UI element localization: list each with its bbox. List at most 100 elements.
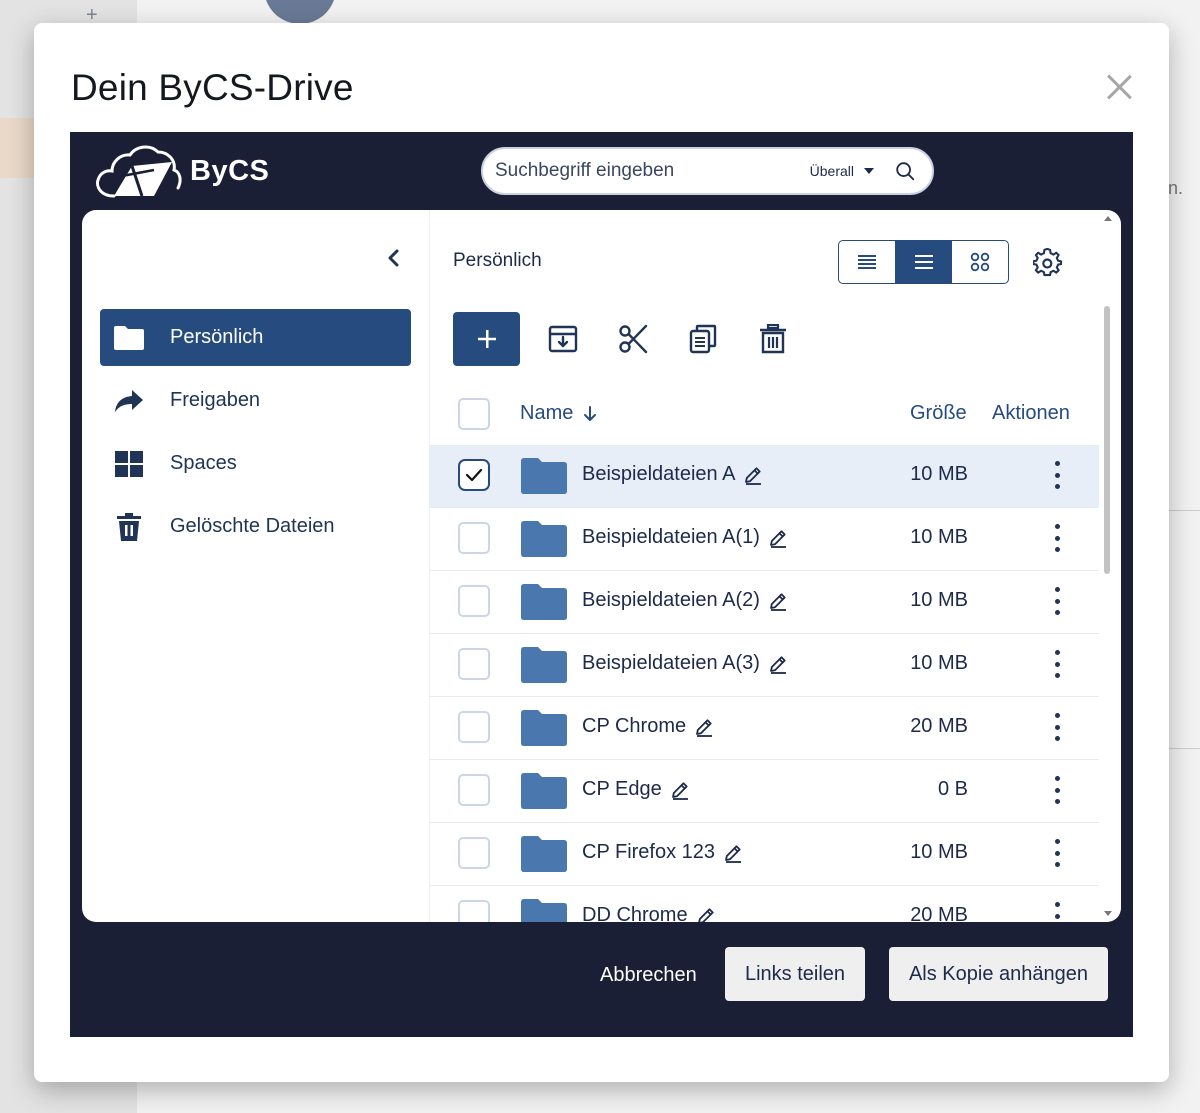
file-size: 20 MB [910, 904, 968, 922]
table-row[interactable]: CP Chrome 20 MB [429, 697, 1099, 760]
cut-button[interactable] [618, 323, 648, 355]
folder-icon [521, 521, 567, 557]
close-icon[interactable] [1105, 73, 1133, 101]
row-checkbox[interactable] [458, 900, 490, 922]
file-name: Beispieldateien A [582, 463, 736, 485]
compact-list-icon [857, 255, 876, 269]
search-scope-dropdown[interactable]: Überall [810, 163, 874, 179]
delete-button[interactable] [758, 323, 788, 355]
file-name-link[interactable]: Beispieldateien A(1) [582, 526, 788, 549]
row-checkbox[interactable] [458, 522, 490, 554]
chevron-left-icon[interactable] [382, 246, 406, 270]
pencil-icon[interactable] [768, 654, 788, 674]
file-size: 20 MB [910, 715, 968, 737]
view-list-button[interactable] [895, 241, 953, 283]
file-size: 10 MB [910, 589, 968, 611]
more-actions-icon[interactable] [1047, 900, 1067, 922]
file-name-link[interactable]: Beispieldateien A(3) [582, 652, 788, 675]
file-name-link[interactable]: Beispieldateien A [582, 463, 763, 486]
scrollbar-thumb[interactable] [1104, 306, 1110, 574]
arrow-down-icon [584, 405, 597, 421]
search-icon[interactable] [894, 160, 916, 182]
table-row[interactable]: Beispieldateien A(2) 10 MB [429, 571, 1099, 634]
checkmark-icon [465, 468, 483, 482]
pencil-icon[interactable] [696, 906, 716, 923]
folder-icon [521, 836, 567, 872]
file-name-link[interactable]: DD Chrome [582, 904, 716, 922]
column-header-size[interactable]: Größe [910, 402, 967, 425]
tiles-icon [970, 252, 990, 272]
more-actions-icon[interactable] [1047, 837, 1067, 869]
view-compact-button[interactable] [839, 241, 896, 283]
add-button[interactable] [453, 312, 520, 366]
search-bar: Überall [481, 147, 934, 195]
folder-icon [521, 647, 567, 683]
table-row[interactable]: Beispieldateien A 10 MB [429, 445, 1099, 508]
pencil-icon[interactable] [743, 465, 763, 485]
table-row[interactable]: DD Chrome 20 MB [429, 886, 1099, 922]
file-name: CP Firefox 123 [582, 841, 716, 863]
more-actions-icon[interactable] [1047, 522, 1067, 554]
file-size: 10 MB [910, 526, 968, 548]
file-size: 0 B [937, 778, 968, 800]
table-row[interactable]: CP Edge 0 B [429, 760, 1099, 823]
sidebar-item-geloeschte-dateien[interactable]: Gelöschte Dateien [100, 498, 411, 555]
pencil-icon[interactable] [723, 843, 743, 863]
pencil-icon[interactable] [768, 528, 788, 548]
scroll-down-arrow[interactable] [1104, 911, 1112, 916]
folder-icon [521, 899, 567, 922]
file-browser-panel: Persönlich Freigaben Spaces Gelöschte Da… [82, 210, 1121, 922]
drive-frame: ByCS Überall [70, 132, 1133, 1037]
row-checkbox[interactable] [458, 585, 490, 617]
file-toolbar [453, 312, 788, 366]
row-checkbox[interactable] [458, 711, 490, 743]
file-name: Beispieldateien A(1) [582, 526, 760, 548]
table-row[interactable]: Beispieldateien A(3) 10 MB [429, 634, 1099, 697]
scroll-up-arrow[interactable] [1104, 216, 1112, 221]
row-checkbox-checked[interactable] [458, 459, 490, 491]
file-name: CP Edge [582, 778, 662, 800]
sidebar-item-persoenlich[interactable]: Persönlich [100, 309, 411, 366]
table-row[interactable]: Beispieldateien A(1) 10 MB [429, 508, 1099, 571]
row-checkbox[interactable] [458, 837, 490, 869]
cancel-button[interactable]: Abbrechen [600, 964, 697, 987]
row-checkbox[interactable] [458, 648, 490, 680]
select-all-checkbox[interactable] [458, 398, 490, 430]
pencil-icon[interactable] [768, 591, 788, 611]
sidebar-item-freigaben[interactable]: Freigaben [100, 372, 411, 429]
grid-icon [112, 449, 146, 479]
copy-button[interactable] [688, 323, 718, 355]
file-list: Beispieldateien A 10 MB Beispieldateien … [429, 445, 1099, 922]
file-list-area: Persönlich Name Größe Aktionen Beispield… [429, 210, 1121, 922]
sidebar-item-label: Gelöschte Dateien [170, 515, 335, 537]
more-actions-icon[interactable] [1047, 711, 1067, 743]
sidebar-item-label: Spaces [170, 452, 237, 474]
sidebar-item-spaces[interactable]: Spaces [100, 435, 411, 492]
pencil-icon[interactable] [694, 717, 714, 737]
file-name-link[interactable]: CP Firefox 123 [582, 841, 743, 864]
logo-text: ByCS [190, 154, 270, 187]
sort-by-name[interactable]: Name [520, 402, 599, 425]
gear-icon[interactable] [1033, 248, 1063, 278]
vertical-scrollbar[interactable] [1097, 210, 1117, 922]
attach-copy-button[interactable]: Als Kopie anhängen [889, 947, 1108, 1001]
search-input[interactable] [495, 160, 785, 182]
trash-icon [760, 324, 786, 354]
more-actions-icon[interactable] [1047, 774, 1067, 806]
folder-icon [521, 710, 567, 746]
more-actions-icon[interactable] [1047, 585, 1067, 617]
file-name-link[interactable]: CP Edge [582, 778, 690, 801]
drive-dialog: Dein ByCS-Drive ByCS Überall [34, 23, 1169, 1082]
file-name-link[interactable]: Beispieldateien A(2) [582, 589, 788, 612]
share-links-button[interactable]: Links teilen [725, 947, 865, 1001]
view-grid-button[interactable] [952, 241, 1008, 283]
more-actions-icon[interactable] [1047, 648, 1067, 680]
file-name-link[interactable]: CP Chrome [582, 715, 714, 738]
row-checkbox[interactable] [458, 774, 490, 806]
trash-icon [112, 512, 146, 542]
table-header: Name Größe Aktionen [429, 382, 1099, 446]
table-row[interactable]: CP Firefox 123 10 MB [429, 823, 1099, 886]
download-archive-button[interactable] [548, 323, 578, 355]
pencil-icon[interactable] [670, 780, 690, 800]
more-actions-icon[interactable] [1047, 459, 1067, 491]
